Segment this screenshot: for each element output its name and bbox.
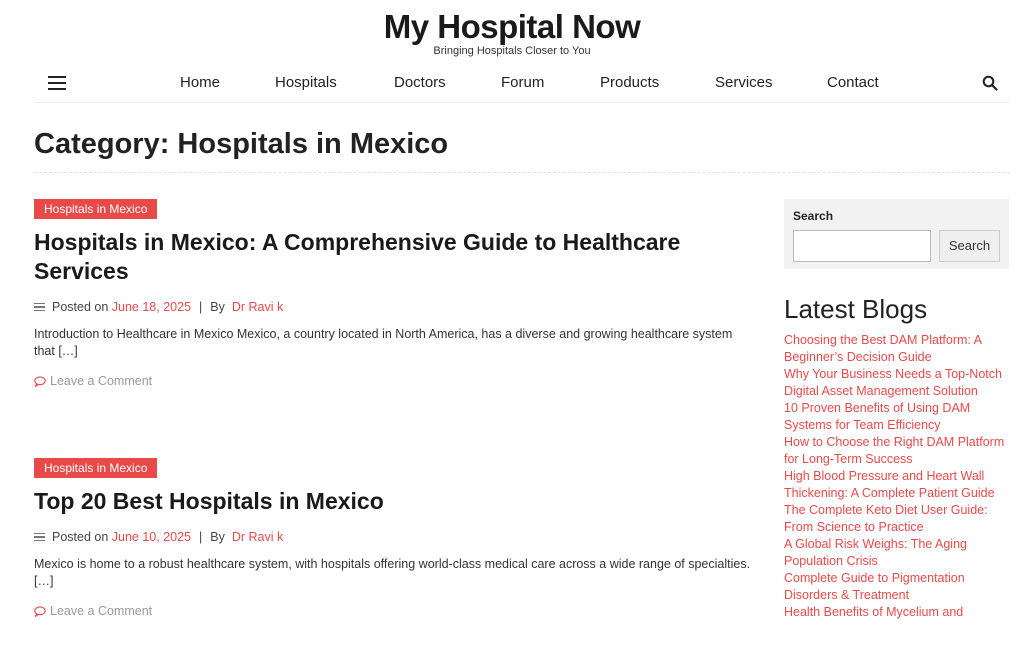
page-title: Category: Hospitals in Mexico — [34, 128, 449, 160]
search-label: Search — [793, 209, 834, 223]
category-tag[interactable]: Hospitals in Mexico — [34, 458, 158, 478]
post-title[interactable]: Top 20 Best Hospitals in Mexico — [34, 487, 754, 516]
site-title[interactable]: My Hospital Now — [0, 8, 1024, 46]
category-tag[interactable]: Hospitals in Mexico — [34, 199, 158, 219]
nav-item-services[interactable]: Services — [715, 74, 773, 91]
blog-link[interactable]: How to Choose the Right DAM Platform for… — [784, 434, 1012, 468]
posted-on-label: Posted on — [52, 300, 109, 314]
list-icon — [34, 302, 45, 312]
latest-blogs-list: Choosing the Best DAM Platform: A Beginn… — [784, 332, 1012, 621]
nav-item-products[interactable]: Products — [600, 74, 659, 91]
divider — [34, 172, 1010, 173]
leave-comment-label: Leave a Comment — [50, 604, 153, 618]
post-meta: Posted on June 10, 2025 | By Dr Ravi k — [34, 530, 754, 544]
meta-separator: | — [199, 530, 203, 544]
author-link[interactable]: Dr Ravi k — [232, 300, 283, 314]
nav-item-forum[interactable]: Forum — [501, 74, 544, 91]
search-button[interactable]: Search — [939, 230, 1000, 262]
by-label: By — [210, 530, 225, 544]
post-excerpt: Mexico is home to a robust healthcare sy… — [34, 557, 751, 588]
blog-link[interactable]: Health Benefits of Mycelium and — [784, 604, 1012, 621]
blog-link[interactable]: The Complete Keto Diet User Guide: From … — [784, 502, 1012, 536]
leave-comment-label: Leave a Comment — [50, 374, 153, 388]
blog-link[interactable]: Complete Guide to Pigmentation Disorders… — [784, 570, 1012, 604]
site-tagline: Bringing Hospitals Closer to You — [433, 45, 591, 57]
leave-comment-link[interactable]: Leave a Comment — [34, 374, 754, 388]
blog-link[interactable]: High Blood Pressure and Heart Wall Thick… — [784, 468, 1012, 502]
main-navigation: Home Hospitals Doctors Forum Products Se… — [34, 64, 1010, 103]
by-label: By — [210, 300, 225, 314]
blog-link[interactable]: Choosing the Best DAM Platform: A Beginn… — [784, 332, 1012, 366]
comment-icon — [34, 375, 46, 387]
post-card: Hospitals in Mexico Top 20 Best Hospital… — [34, 458, 754, 618]
nav-item-contact[interactable]: Contact — [827, 74, 879, 91]
search-widget: Search Search — [784, 199, 1009, 269]
nav-item-home[interactable]: Home — [180, 74, 220, 91]
site-branding: My Hospital Now Bringing Hospitals Close… — [0, 0, 1024, 57]
nav-item-hospitals[interactable]: Hospitals — [275, 74, 337, 91]
post-excerpt: Introduction to Healthcare in Mexico Mex… — [34, 327, 733, 358]
post-meta: Posted on June 18, 2025 | By Dr Ravi k — [34, 300, 754, 314]
blog-link[interactable]: A Global Risk Weighs: The Aging Populati… — [784, 536, 1012, 570]
post-title[interactable]: Hospitals in Mexico: A Comprehensive Gui… — [34, 228, 754, 286]
post-card: Hospitals in Mexico Hospitals in Mexico:… — [34, 199, 754, 388]
post-date-link[interactable]: June 10, 2025 — [112, 530, 191, 544]
post-date-link[interactable]: June 18, 2025 — [112, 300, 191, 314]
posted-on-label: Posted on — [52, 530, 109, 544]
list-icon — [34, 532, 45, 542]
author-link[interactable]: Dr Ravi k — [232, 530, 283, 544]
blog-link[interactable]: 10 Proven Benefits of Using DAM Systems … — [784, 400, 1012, 434]
nav-menu: Home Hospitals Doctors Forum Products Se… — [34, 64, 1010, 102]
nav-item-doctors[interactable]: Doctors — [394, 74, 446, 91]
leave-comment-link[interactable]: Leave a Comment — [34, 604, 754, 618]
comment-icon — [34, 605, 46, 617]
blog-link[interactable]: Why Your Business Needs a Top-Notch Digi… — [784, 366, 1012, 400]
latest-blogs-heading: Latest Blogs — [784, 294, 928, 324]
meta-separator: | — [199, 300, 203, 314]
search-icon[interactable] — [982, 75, 998, 91]
search-input[interactable] — [793, 230, 931, 262]
